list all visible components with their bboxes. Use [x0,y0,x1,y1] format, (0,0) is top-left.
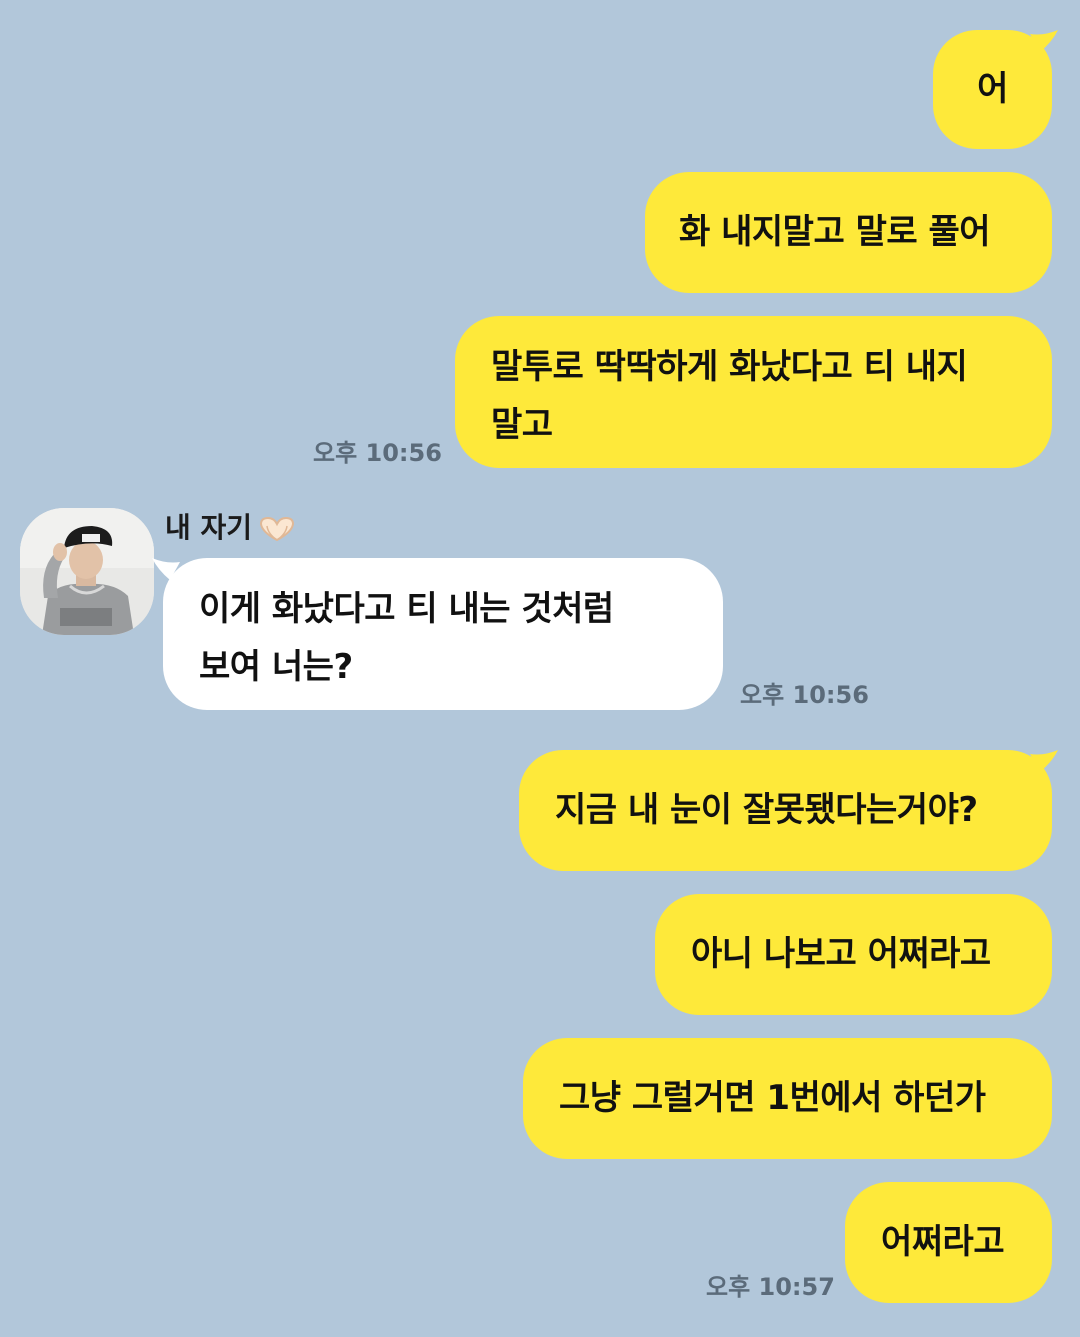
my-message-bubble[interactable]: 어쩌라고 [845,1182,1052,1303]
message-timestamp: 오후 10:56 [313,439,442,467]
my-message-bubble[interactable]: 그냥 그럴거면 1번에서 하던가 [523,1038,1052,1159]
message-timestamp: 오후 10:57 [706,1273,835,1301]
message-text: 화 내지말고 말로 풀어 [679,212,991,252]
my-message-bubble[interactable]: 화 내지말고 말로 풀어 [645,172,1052,293]
message-text-line-2: 보여 너는? [199,647,353,687]
message-text: 아니 나보고 어쩌라고 [691,934,991,974]
profile-photo-icon [20,508,154,635]
my-message-bubble[interactable]: 말투로 딱딱하게 화났다고 티 내지 말고 [455,316,1052,468]
my-message-bubble[interactable]: 아니 나보고 어쩌라고 [655,894,1052,1015]
message-text: 지금 내 눈이 잘못됐다는거야? [555,790,978,830]
message-text-line-1: 이게 화났다고 티 내는 것처럼 [199,589,614,629]
contact-name: 내 자기 [165,511,253,544]
message-text-line-1: 말투로 딱딱하게 화났다고 티 내지 [491,347,968,387]
heart-hands-icon [259,516,295,542]
message-text: 어 [977,69,1008,109]
message-text: 그냥 그럴거면 1번에서 하던가 [559,1078,986,1118]
my-message-bubble[interactable]: 어 [933,30,1052,149]
my-message-bubble[interactable]: 지금 내 눈이 잘못됐다는거야? [519,750,1052,871]
message-timestamp: 오후 10:56 [740,681,869,709]
message-text-line-2: 말고 [491,405,553,445]
message-text: 어쩌라고 [881,1222,1005,1262]
contact-message-bubble[interactable]: 이게 화났다고 티 내는 것처럼 보여 너는? [163,558,723,710]
contact-avatar[interactable] [20,508,154,635]
